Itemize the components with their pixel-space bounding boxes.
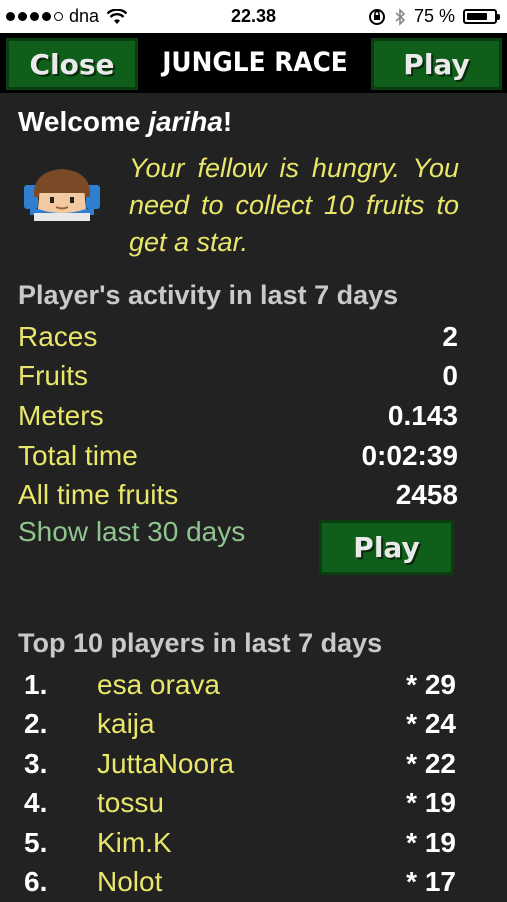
app-header: Close JUNGLE RACE Play: [0, 33, 507, 93]
top-players-list: 1. esa orava * 29 2. kaija * 24 3. Jutta…: [24, 665, 456, 902]
app-title: JUNGLE RACE: [149, 47, 361, 78]
bluetooth-icon: [394, 8, 406, 26]
stat-value: 0:02:39: [361, 440, 458, 472]
status-bar: dna 22.38 75 %: [0, 0, 507, 33]
player-rank: 4.: [24, 787, 97, 819]
list-item: 5. Kim.K * 19: [24, 823, 456, 863]
hint-message: Your fellow is hungry. You need to colle…: [129, 150, 459, 261]
player-name[interactable]: Kim.K: [97, 827, 406, 859]
player-score: * 19: [406, 827, 456, 859]
player-avatar-icon: [20, 165, 104, 223]
welcome-heading: Welcome jariha!: [18, 106, 232, 138]
stat-label: Total time: [18, 440, 138, 472]
stat-value: 0.143: [388, 400, 458, 432]
player-score: * 29: [406, 669, 456, 701]
player-rank: 1.: [24, 669, 97, 701]
stat-label: Fruits: [18, 360, 88, 392]
username: jariha: [148, 106, 223, 137]
player-rank: 3.: [24, 748, 97, 780]
stat-row-meters: Meters 0.143: [18, 396, 458, 436]
battery-icon: [463, 9, 497, 24]
top-players-title: Top 10 players in last 7 days: [18, 628, 382, 659]
player-name[interactable]: kaija: [97, 708, 406, 740]
list-item: 4. tossu * 19: [24, 784, 456, 824]
activity-title: Player's activity in last 7 days: [18, 280, 398, 311]
stat-value: 0: [442, 360, 458, 392]
player-name[interactable]: esa orava: [97, 669, 406, 701]
status-right: 75 %: [368, 6, 497, 27]
player-name[interactable]: JuttaNoora: [97, 748, 406, 780]
stat-row-total-time: Total time 0:02:39: [18, 436, 458, 476]
battery-percent: 75 %: [414, 6, 455, 27]
orientation-lock-icon: [368, 8, 386, 26]
list-item: 6. Nolot * 17: [24, 863, 456, 902]
list-item: 3. JuttaNoora * 22: [24, 744, 456, 784]
player-score: * 19: [406, 787, 456, 819]
list-item: 2. kaija * 24: [24, 705, 456, 745]
stat-row-races: Races 2: [18, 317, 458, 357]
activity-stats: Races 2 Fruits 0 Meters 0.143 Total time…: [18, 317, 458, 515]
player-score: * 22: [406, 748, 456, 780]
show-last-30-days-link[interactable]: Show last 30 days: [18, 516, 245, 548]
welcome-prefix: Welcome: [18, 106, 148, 137]
stat-label: All time fruits: [18, 479, 178, 511]
stat-value: 2: [442, 321, 458, 353]
player-rank: 5.: [24, 827, 97, 859]
player-rank: 6.: [24, 866, 97, 898]
player-score: * 17: [406, 866, 456, 898]
close-button[interactable]: Close: [6, 38, 138, 90]
player-rank: 2.: [24, 708, 97, 740]
stat-label: Meters: [18, 400, 104, 432]
stat-row-fruits: Fruits 0: [18, 357, 458, 397]
play-button-top[interactable]: Play: [371, 38, 502, 90]
player-name[interactable]: tossu: [97, 787, 406, 819]
player-name[interactable]: Nolot: [97, 866, 406, 898]
list-item: 1. esa orava * 29: [24, 665, 456, 705]
welcome-suffix: !: [223, 106, 232, 137]
player-score: * 24: [406, 708, 456, 740]
stat-row-all-time-fruits: All time fruits 2458: [18, 475, 458, 515]
play-button[interactable]: Play: [319, 520, 454, 575]
stat-value: 2458: [396, 479, 458, 511]
stat-label: Races: [18, 321, 97, 353]
